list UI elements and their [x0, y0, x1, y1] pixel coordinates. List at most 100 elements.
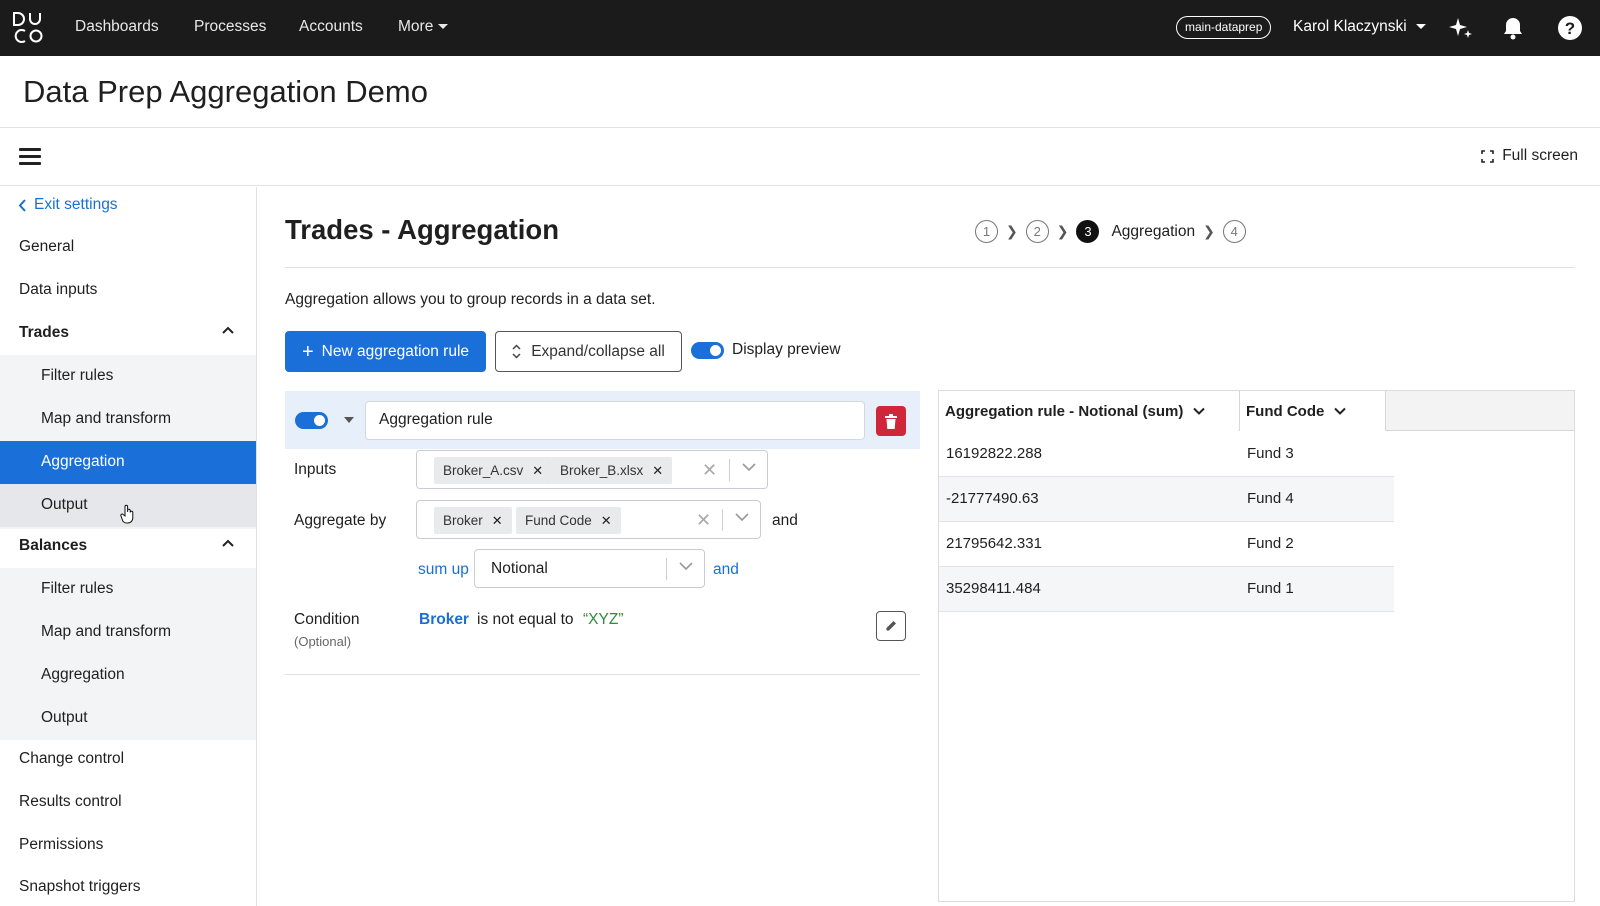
fullscreen-label: Full screen	[1502, 147, 1578, 164]
chip-label: Fund Code	[525, 513, 592, 528]
new-aggregation-rule-button[interactable]: + New aggregation rule	[285, 331, 486, 372]
clear-icon[interactable]: ✕	[702, 460, 717, 481]
toggle-switch[interactable]	[691, 341, 724, 359]
expand-collapse-icon	[512, 344, 521, 359]
sidebar-item-balances-map-transform[interactable]: Map and transform	[0, 611, 256, 654]
sidebar-group-balances[interactable]: Balances	[0, 525, 256, 568]
column-header-label: Fund Code	[1246, 402, 1325, 420]
fund-code-cell: Fund 4	[1247, 490, 1294, 507]
sidebar-item-label: Filter rules	[41, 367, 114, 384]
remove-chip-icon[interactable]: ✕	[532, 463, 543, 479]
nav-dashboards[interactable]: Dashboards	[75, 18, 159, 36]
clear-icon[interactable]: ✕	[696, 510, 711, 531]
svg-text:?: ?	[1565, 19, 1575, 38]
and-label: and	[772, 512, 798, 529]
sidebar-item-label: Map and transform	[41, 410, 172, 427]
sidebar-item-trades-aggregation[interactable]: Aggregation	[0, 441, 256, 484]
delete-rule-button[interactable]	[876, 406, 906, 436]
chevron-left-icon	[18, 198, 26, 212]
and-link[interactable]: and	[713, 561, 739, 579]
sidebar-group-label: Balances	[19, 537, 88, 554]
display-preview-label: Display preview	[732, 341, 841, 358]
hamburger-menu-icon[interactable]	[19, 148, 41, 165]
chevron-down-icon[interactable]	[1193, 407, 1206, 415]
sum-field-select[interactable]: Notional	[474, 549, 705, 588]
expand-collapse-all-button[interactable]: Expand/collapse all	[495, 331, 682, 372]
aggregate-by-multiselect[interactable]: Broker ✕ Fund Code ✕ ✕	[416, 500, 761, 539]
condition-label: Condition	[294, 611, 360, 628]
notional-sum-cell: -21777490.63	[946, 490, 1039, 507]
help-icon[interactable]: ?	[1557, 15, 1583, 41]
condition-field[interactable]: Broker	[419, 611, 469, 629]
sidebar-item-data-inputs[interactable]: Data inputs	[19, 281, 97, 299]
fullscreen-button[interactable]: Full screen	[1481, 147, 1578, 165]
sidebar-item-balances-filter-rules[interactable]: Filter rules	[0, 568, 256, 611]
table-row: 35298411.484 Fund 1	[939, 567, 1394, 612]
step-4[interactable]: 4	[1222, 220, 1246, 243]
chevron-down-icon[interactable]	[735, 513, 749, 522]
expand-collapse-label: Expand/collapse all	[531, 342, 665, 360]
sidebar-item-trades-map-transform[interactable]: Map and transform	[0, 398, 256, 441]
select-divider	[722, 509, 723, 531]
sidebar-item-label: Map and transform	[41, 623, 172, 640]
rule-name-input[interactable]: Aggregation rule	[365, 401, 865, 440]
sidebar-group-trades[interactable]: Trades	[0, 312, 256, 355]
sidebar-item-change-control[interactable]: Change control	[19, 750, 124, 768]
sidebar-item-trades-filter-rules[interactable]: Filter rules	[0, 355, 256, 398]
sparkle-icon[interactable]	[1448, 15, 1474, 41]
edit-condition-button[interactable]	[876, 611, 906, 641]
nav-more[interactable]: More	[398, 18, 449, 36]
step-3[interactable]: 3	[1076, 220, 1100, 243]
sidebar-group-label: Trades	[19, 324, 69, 341]
chip-label: Broker_B.xlsx	[560, 463, 644, 478]
nav-processes[interactable]: Processes	[194, 18, 266, 36]
fullscreen-icon	[1481, 149, 1494, 163]
display-preview-toggle[interactable]: Display preview	[691, 341, 841, 359]
rule-enabled-toggle[interactable]	[295, 412, 328, 429]
remove-chip-icon[interactable]: ✕	[652, 463, 663, 479]
exit-settings-label: Exit settings	[34, 196, 118, 213]
caret-down-icon	[1415, 24, 1426, 30]
aggregate-by-chip: Fund Code ✕	[516, 507, 621, 534]
section-title: Trades - Aggregation	[285, 214, 560, 245]
user-menu[interactable]: Karol Klaczynski	[1293, 18, 1426, 36]
sum-up-link[interactable]: sum up	[418, 561, 469, 579]
inputs-label: Inputs	[294, 461, 337, 478]
collapse-triangle-icon[interactable]	[344, 417, 354, 423]
remove-chip-icon[interactable]: ✕	[492, 513, 503, 529]
chevron-down-icon[interactable]	[1334, 407, 1347, 415]
sidebar-item-permissions[interactable]: Permissions	[19, 836, 103, 854]
caret-down-icon	[438, 24, 449, 30]
column-header-notional-sum[interactable]: Aggregation rule - Notional (sum)	[939, 391, 1240, 431]
input-chip: Broker_B.xlsx ✕	[551, 457, 673, 484]
bell-icon[interactable]	[1500, 15, 1526, 41]
sidebar-item-snapshot-triggers[interactable]: Snapshot triggers	[19, 878, 141, 896]
step-2[interactable]: 2	[1025, 220, 1049, 243]
stepper: 1 ❯ 2 ❯ 3 Aggregation ❯ 4	[975, 220, 1246, 243]
environment-badge: main-dataprep	[1176, 16, 1272, 39]
sidebar-item-results-control[interactable]: Results control	[19, 793, 122, 811]
sidebar-item-trades-output[interactable]: Output	[0, 484, 256, 527]
sum-field-value: Notional	[491, 560, 548, 577]
condition-operator: is not equal to	[477, 611, 574, 628]
select-divider	[666, 558, 667, 580]
remove-chip-icon[interactable]: ✕	[601, 513, 612, 529]
chevron-down-icon[interactable]	[679, 562, 693, 571]
nav-more-label: More	[398, 18, 434, 35]
column-header-fund-code[interactable]: Fund Code	[1240, 391, 1386, 431]
notional-sum-cell: 21795642.331	[946, 535, 1042, 552]
step-1[interactable]: 1	[975, 220, 998, 243]
nav-accounts[interactable]: Accounts	[299, 18, 363, 36]
chevron-up-icon	[222, 326, 234, 334]
rule-divider	[285, 674, 920, 675]
duco-logo[interactable]	[11, 10, 45, 46]
inputs-multiselect[interactable]: Broker_A.csv ✕ Broker_B.xlsx ✕ ✕	[416, 450, 768, 489]
chevron-down-icon[interactable]	[742, 463, 756, 472]
exit-settings-link[interactable]: Exit settings	[18, 196, 118, 214]
sidebar-item-balances-aggregation[interactable]: Aggregation	[0, 654, 256, 697]
sidebar-item-balances-output[interactable]: Output	[0, 697, 256, 740]
trades-submenu: Filter rules Map and transform Aggregati…	[0, 355, 256, 529]
aggregate-by-chip: Broker ✕	[434, 507, 512, 534]
main-content: Trades - Aggregation 1 ❯ 2 ❯ 3 Aggregati…	[285, 187, 1575, 906]
sidebar-item-general[interactable]: General	[19, 238, 74, 256]
